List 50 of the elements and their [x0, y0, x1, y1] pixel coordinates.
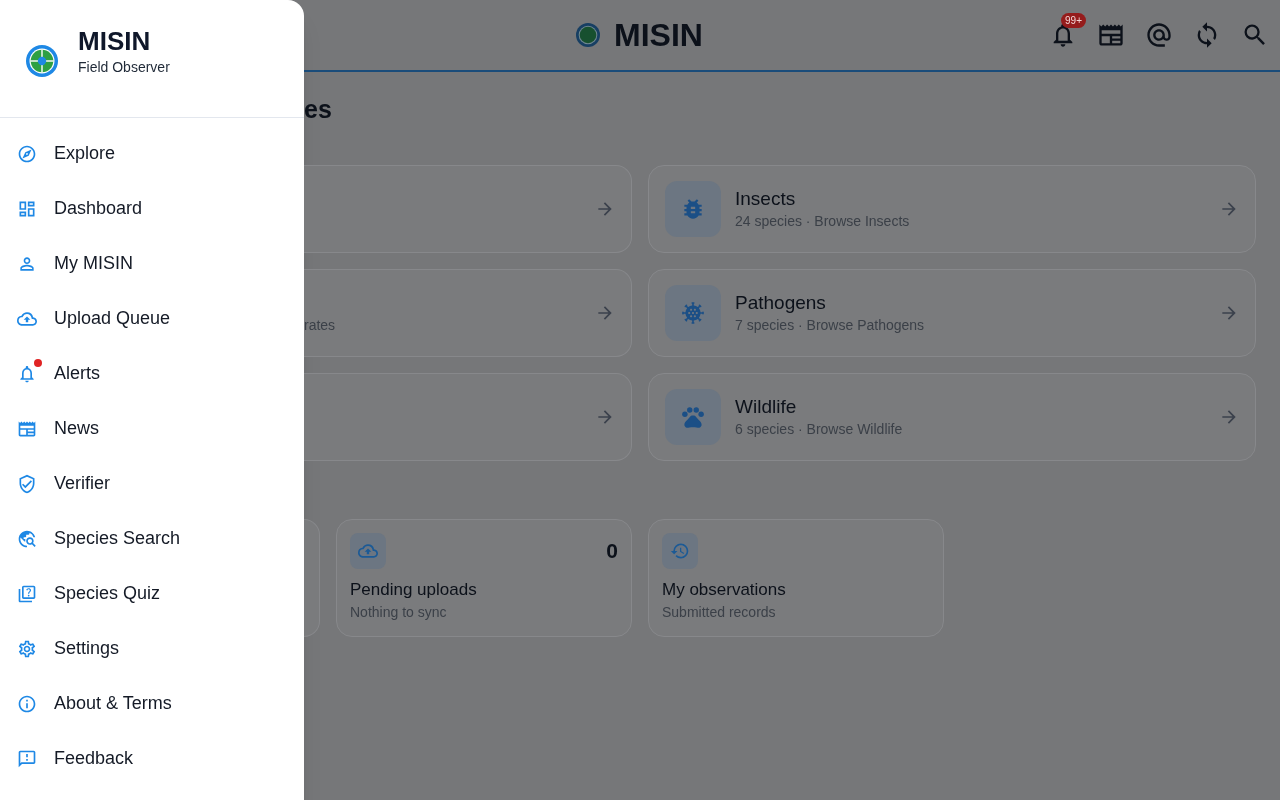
- card-title: Wildlife: [735, 395, 798, 419]
- nav-item[interactable]: Feedback: [0, 731, 304, 786]
- cloud-upload-icon: [358, 541, 378, 561]
- card-subtitle: 7 species · Browse Pathogens: [735, 316, 926, 335]
- notifications-button[interactable]: 99+: [1039, 11, 1087, 59]
- card-subtitle: 6 species · Browse Wildlife: [735, 420, 904, 439]
- category-card[interactable]: Wildlife 6 species · Browse Wildlife: [648, 373, 1256, 461]
- at-sign-icon: [1145, 21, 1173, 49]
- card-subtitle: 24 species · Browse Insects: [735, 212, 911, 231]
- paw-icon: [680, 404, 706, 430]
- stat-card[interactable]: 0 Pending uploads Nothing to sync: [336, 519, 632, 637]
- nav-item[interactable]: Verifier: [0, 456, 304, 511]
- category-card[interactable]: Insects 24 species · Browse Insects: [648, 165, 1256, 253]
- nav-item[interactable]: News: [0, 401, 304, 456]
- card-title: Pathogens: [735, 291, 827, 315]
- category-card[interactable]: Pathogens 7 species · Browse Pathogens: [648, 269, 1256, 357]
- nav-item[interactable]: Species Search: [0, 511, 304, 566]
- feedback-icon: [17, 748, 37, 769]
- notification-badge: 99+: [1061, 13, 1086, 28]
- nav-item[interactable]: My MISIN: [0, 236, 304, 291]
- bell-icon: [17, 363, 37, 384]
- page-heading: es: [304, 94, 332, 125]
- history-icon: [670, 541, 690, 561]
- stat-card[interactable]: My observations Submitted records: [648, 519, 944, 637]
- nav-item[interactable]: Settings: [0, 621, 304, 676]
- card-title: Insects: [735, 187, 797, 211]
- logo-icon: [576, 23, 600, 47]
- question-card-icon: [17, 583, 37, 604]
- stat-title: Pending uploads: [350, 579, 478, 601]
- nav-item[interactable]: Alerts: [0, 346, 304, 401]
- stat-count: 0: [606, 538, 618, 564]
- globe-search-icon: [17, 528, 37, 549]
- app-subtitle: Field Observer: [78, 58, 170, 77]
- virus-icon: [680, 300, 706, 326]
- nav-item[interactable]: Species Quiz: [0, 566, 304, 621]
- app-bar-title: MISIN: [614, 16, 703, 55]
- stat-subtitle: Submitted records: [662, 603, 777, 622]
- nav-item[interactable]: Explore: [0, 126, 304, 181]
- logo-icon: [26, 45, 58, 77]
- info-icon: [17, 693, 37, 714]
- nav-item[interactable]: About & Terms: [0, 676, 304, 731]
- nav-item[interactable]: Dashboard: [0, 181, 304, 236]
- settings-icon: [17, 638, 37, 659]
- compass-icon: [17, 143, 37, 164]
- app-title: MISIN: [78, 25, 152, 57]
- stat-subtitle: Nothing to sync: [350, 603, 448, 622]
- nav-item[interactable]: Upload Queue: [0, 291, 304, 346]
- card-subtitle: rates: [304, 316, 337, 335]
- shield-check-icon: [17, 473, 37, 494]
- stat-title: My observations: [662, 579, 787, 601]
